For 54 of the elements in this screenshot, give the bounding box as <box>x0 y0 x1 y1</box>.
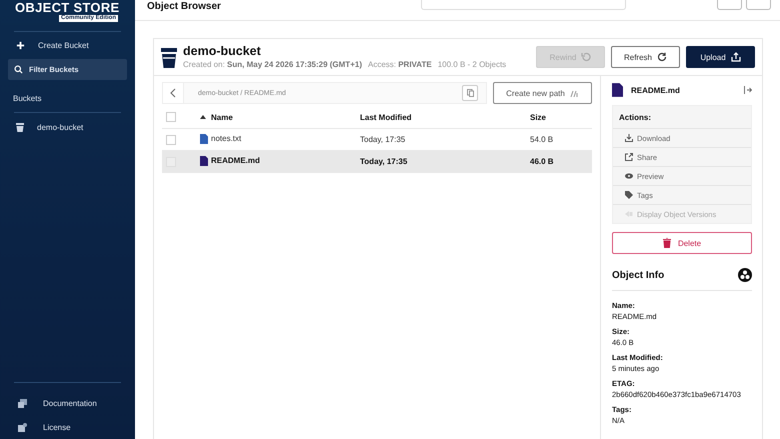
tag-icon <box>625 191 633 199</box>
page-title: Object Browser <box>147 1 221 12</box>
copy-path-button[interactable] <box>462 85 478 101</box>
share-icon <box>625 153 633 161</box>
column-header[interactable]: Last Modified <box>360 112 412 122</box>
app-logo: OBJECT STORE <box>15 1 120 15</box>
documentation-link[interactable]: Documentation <box>0 391 135 415</box>
upload-icon <box>730 52 741 62</box>
section-heading: Object Info <box>612 270 664 280</box>
upload-button[interactable]: Upload <box>686 46 755 68</box>
modified-time: Today, 17:35 <box>360 135 406 144</box>
access-level: Access: PRIVATE <box>368 60 432 69</box>
bucket-name: demo-bucket <box>183 44 262 58</box>
creation-date: Created on: Sun, May 24 2026 17:35:29 (GMT+1) <box>183 60 362 69</box>
bucket-icon <box>161 48 177 68</box>
select-all-checkbox[interactable] <box>166 112 176 122</box>
file-size: 46.0 B <box>530 157 554 166</box>
copy-icon <box>466 89 474 97</box>
modified-time: Today, 17:35 <box>360 157 408 166</box>
sort-ascending-icon[interactable] <box>200 115 206 120</box>
search-icon <box>14 65 23 74</box>
plus-icon <box>16 40 25 50</box>
object-info-icon <box>738 268 752 282</box>
create-bucket-link[interactable]: Create Bucket <box>0 33 135 57</box>
documents-icon <box>18 398 27 408</box>
collapse-panel-icon[interactable] <box>744 86 752 94</box>
bucket-summary: 100.0 B - 2 Objects <box>438 60 506 69</box>
license-link[interactable]: License <box>0 415 135 439</box>
rewind-icon <box>581 52 592 62</box>
file-name: README.md <box>211 156 260 165</box>
delete-button[interactable]: Delete <box>612 232 752 254</box>
object-title: README.md <box>631 86 681 94</box>
toolbar-button[interactable] <box>746 0 771 10</box>
section-heading: Buckets <box>13 94 42 102</box>
back-chevron-icon[interactable] <box>170 88 176 98</box>
refresh-button[interactable]: Refresh <box>611 46 680 68</box>
row-checkbox[interactable] <box>166 134 176 144</box>
refresh-icon <box>657 52 667 62</box>
file-name: notes.txt <box>211 134 242 143</box>
file-size: 54.0 B <box>530 135 554 144</box>
trash-icon <box>662 238 671 248</box>
file-icon <box>612 83 623 97</box>
eye-icon <box>625 173 633 179</box>
create-path-button[interactable]: Create new path <box>493 82 592 104</box>
versions-icon <box>625 211 633 217</box>
search-field[interactable] <box>420 0 626 10</box>
actions-heading: Actions: <box>619 112 651 122</box>
file-row[interactable]: README.md Today, 17:35 46.0 B <box>162 150 592 172</box>
column-header[interactable]: Size <box>530 112 546 122</box>
toolbar-button[interactable] <box>717 0 742 10</box>
column-header[interactable]: Name <box>211 112 233 122</box>
bucket-icon <box>16 122 24 132</box>
download-icon <box>625 134 633 142</box>
bucket-item[interactable]: demo-bucket <box>0 115 135 139</box>
